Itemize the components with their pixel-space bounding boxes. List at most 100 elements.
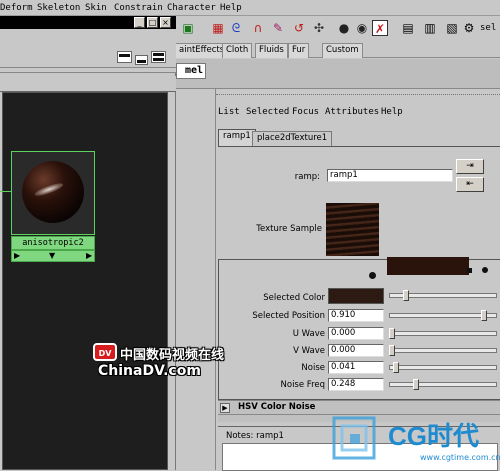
cgtime-url: www.cgtime.com.cn: [420, 453, 500, 462]
noise-freq-slider-thumb[interactable]: [413, 379, 419, 390]
panel-grip[interactable]: [216, 89, 500, 95]
menu-selected[interactable]: Selected: [246, 107, 289, 117]
noise-freq-field[interactable]: 0.248: [328, 378, 384, 391]
noise-slider[interactable]: [389, 365, 497, 370]
selected-position-slider-thumb[interactable]: [481, 310, 487, 321]
layout-top-icon[interactable]: [117, 51, 132, 63]
chinadv-english-text: ChinaDV.com: [98, 363, 201, 379]
tab-place2dtexture1[interactable]: place2dTexture1: [252, 131, 333, 146]
create-node-icon[interactable]: ▣: [180, 20, 196, 36]
expand-arrow-icon[interactable]: ▶: [220, 403, 230, 413]
hypershade-icon[interactable]: ●: [336, 20, 352, 36]
settings-icon[interactable]: ⚙: [461, 20, 477, 36]
v-wave-slider[interactable]: [389, 348, 497, 353]
light-icon[interactable]: ✣: [311, 20, 327, 36]
tab-fur[interactable]: Fur: [288, 43, 310, 58]
shelf-tabs: aintEffects Cloth Fluids Fur Custom: [176, 42, 500, 58]
magnet-tool-icon[interactable]: ∩: [250, 20, 266, 36]
menu-skin[interactable]: Skin: [85, 3, 107, 13]
node-swatch[interactable]: [11, 151, 95, 235]
minimize-button[interactable]: _: [134, 17, 145, 28]
selected-color-swatch[interactable]: [328, 288, 384, 304]
selected-color-label: Selected Color: [263, 293, 325, 303]
shelf-icon-row: ▣ ▦ ᘓ ∩ ✎ ↺ ✣ ● ◉ ✗ ▤ ▥ ▧ ⚙ sel: [176, 16, 500, 42]
chinadv-logo: DV: [93, 343, 117, 361]
camera-icon[interactable]: ◉: [354, 20, 370, 36]
texture-sample-swatch[interactable]: [326, 203, 379, 256]
hypershade-titlebar[interactable]: _ □ ×: [0, 16, 176, 29]
mel-command-line[interactable]: mel: [176, 63, 206, 79]
expand-port-icon[interactable]: ▼: [49, 251, 55, 261]
main-menubar: Deform Skeleton Skin Constrain Character…: [0, 0, 500, 16]
v-wave-field[interactable]: 0.000: [328, 344, 384, 357]
selected-position-label: Selected Position: [252, 311, 325, 321]
grid-tool-icon[interactable]: ▦: [210, 20, 226, 36]
hsv-frame-label: HSV Color Noise: [238, 402, 316, 412]
render-icon[interactable]: ✗: [372, 20, 388, 36]
menu-help[interactable]: Help: [220, 3, 242, 13]
clapper-batch-icon[interactable]: ▥: [422, 20, 438, 36]
node-label: anisotropic2: [11, 236, 95, 250]
attribute-editor-menubar: List Selected Focus Attributes Help: [216, 105, 500, 119]
menu-list[interactable]: List: [218, 107, 240, 117]
connection-line: [0, 191, 11, 192]
cgtime-text: CG时代: [388, 421, 480, 451]
v-wave-label: V Wave: [293, 346, 325, 356]
menu-attributes[interactable]: Attributes: [325, 107, 379, 117]
u-wave-slider-thumb[interactable]: [389, 328, 395, 339]
material-preview-sphere: [22, 161, 84, 223]
tab-custom[interactable]: Custom: [322, 43, 363, 58]
paint-tool-icon[interactable]: ✎: [270, 20, 286, 36]
selection-dropdown[interactable]: sel: [480, 23, 496, 33]
node-ports: ▶ ▼ ▶: [11, 250, 95, 262]
selected-color-slider-thumb[interactable]: [403, 290, 409, 301]
focus-input-button[interactable]: ⇥: [456, 159, 484, 174]
lasso-tool-icon[interactable]: ↺: [291, 20, 307, 36]
ramp-preview[interactable]: [387, 257, 469, 275]
menu-ae-help[interactable]: Help: [381, 107, 403, 117]
ramp-name-field[interactable]: ramp1: [327, 169, 453, 182]
u-wave-slider[interactable]: [389, 331, 497, 336]
clapper-icon[interactable]: ▤: [400, 20, 416, 36]
ramp-handle-circle[interactable]: [369, 272, 376, 279]
cgtime-watermark: CG时代 www.cgtime.com.cn: [330, 412, 500, 470]
node-tabs: ramp1 place2dTexture1: [216, 129, 500, 146]
menu-focus[interactable]: Focus: [292, 107, 319, 117]
layout-split-icon[interactable]: [151, 51, 166, 63]
ramp-attributes: Selected Color Selected Position 0.910 U…: [218, 257, 500, 400]
menu-deform[interactable]: Deform: [0, 3, 33, 13]
graph-header: [0, 76, 176, 92]
output-port-icon[interactable]: ▶: [86, 251, 92, 261]
cgtime-logo-icon: [332, 416, 376, 460]
maximize-button[interactable]: □: [147, 17, 158, 28]
ramp-handle-dot[interactable]: [482, 267, 488, 273]
tab-ramp1[interactable]: ramp1: [218, 129, 256, 146]
shader-node[interactable]: anisotropic2 ▶ ▼ ▶: [11, 151, 95, 275]
render-view-icon[interactable]: ▧: [444, 20, 460, 36]
close-button[interactable]: ×: [160, 17, 171, 28]
u-wave-field[interactable]: 0.000: [328, 327, 384, 340]
viewport-edge: [176, 89, 216, 470]
noise-label: Noise: [301, 363, 325, 373]
chinadv-chinese-text: 中国数码视频在线: [120, 348, 225, 363]
menu-skeleton[interactable]: Skeleton: [37, 3, 80, 13]
noise-freq-slider[interactable]: [389, 382, 497, 387]
hypershade-toolbar: [0, 29, 176, 67]
pane-divider[interactable]: [0, 67, 176, 73]
layout-bottom-icon[interactable]: [135, 55, 148, 65]
selected-position-field[interactable]: 0.910: [328, 309, 384, 322]
noise-slider-thumb[interactable]: [393, 362, 399, 373]
v-wave-slider-thumb[interactable]: [389, 345, 395, 356]
noise-field[interactable]: 0.041: [328, 361, 384, 374]
menu-character[interactable]: Character: [167, 3, 216, 13]
tab-cloth[interactable]: Cloth: [222, 43, 253, 58]
tab-fluids[interactable]: Fluids: [255, 43, 288, 58]
notes-label: Notes: ramp1: [226, 431, 284, 441]
node-graph-area[interactable]: [2, 92, 168, 470]
tab-painteffects[interactable]: aintEffects: [176, 43, 229, 58]
curve-tool-icon[interactable]: ᘓ: [228, 20, 244, 36]
focus-output-button[interactable]: ⇤: [456, 177, 484, 192]
ramp-handle-square[interactable]: [467, 268, 472, 273]
input-port-icon[interactable]: ▶: [14, 251, 20, 261]
menu-constrain[interactable]: Constrain: [114, 3, 163, 13]
